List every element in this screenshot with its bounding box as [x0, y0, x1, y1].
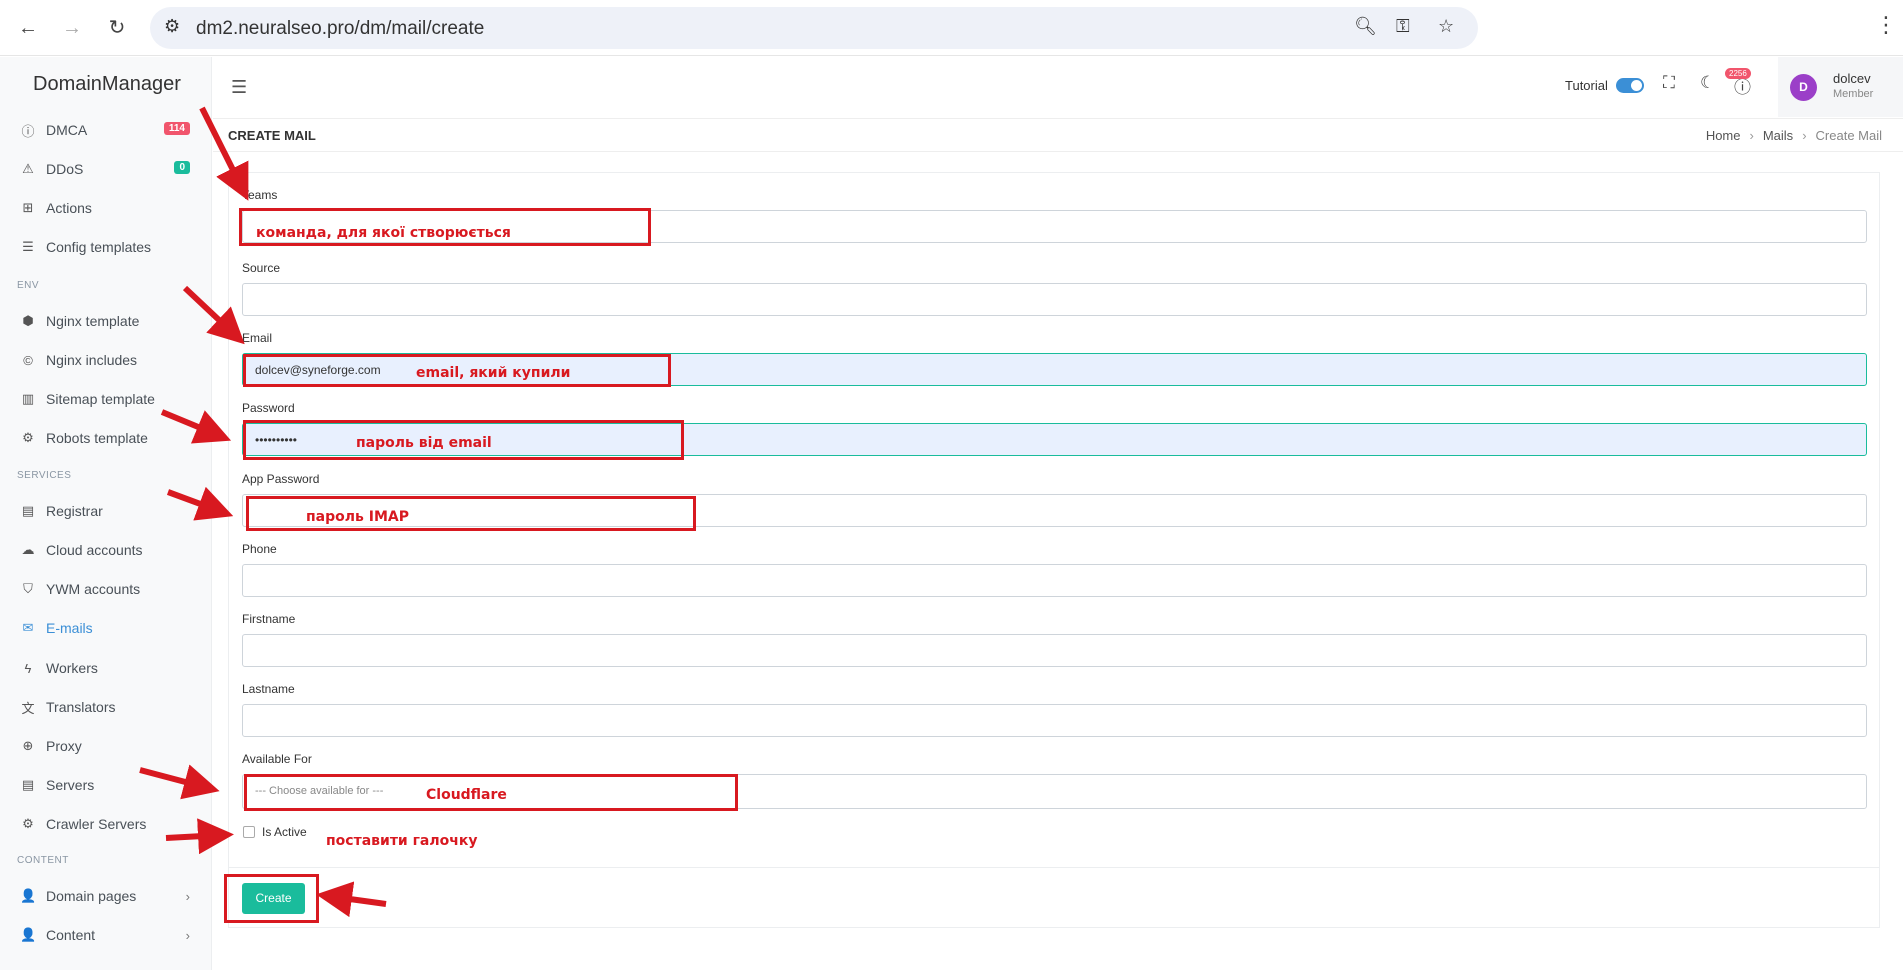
arrow-teams	[199, 106, 249, 201]
arrow-available-for	[139, 764, 220, 800]
arrow-app-password	[166, 486, 234, 521]
arrow-password	[160, 409, 232, 444]
arrow-create	[316, 881, 387, 918]
arrow-email	[182, 285, 245, 345]
annotation-arrows	[139, 106, 387, 918]
arrow-is-active	[165, 818, 234, 855]
